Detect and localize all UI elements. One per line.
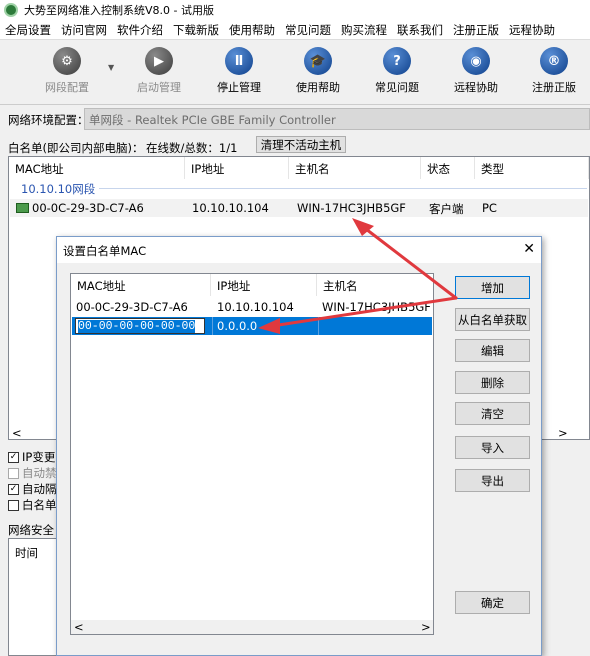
env-select[interactable]: 单网段 - Realtek PCIe GBE Family Controller	[84, 108, 590, 130]
dialog-column-host[interactable]: 主机名	[317, 274, 433, 296]
new-ip-value[interactable]: 0.0.0.0	[217, 319, 257, 333]
gear-icon: ⚙	[53, 47, 81, 75]
clear-inactive-button[interactable]: 清理不活动主机	[256, 136, 346, 153]
row-type: PC	[482, 201, 497, 215]
column-status[interactable]: 状态	[421, 157, 475, 179]
remote-assist-button[interactable]: ◉ 远程协助	[439, 47, 513, 95]
group-header[interactable]: 10.10.10网段	[21, 181, 95, 197]
row-status: 客户端	[429, 202, 464, 216]
play-icon: ▶	[145, 47, 173, 75]
add-button[interactable]: 增加	[455, 276, 530, 299]
checkbox-checked-icon: ✓	[8, 451, 19, 463]
column-divider	[318, 317, 319, 335]
menu-bar: 全局设置 访问官网 软件介绍 下载新版 使用帮助 常见问题 购买流程 联系我们 …	[0, 20, 590, 40]
registered-icon: ®	[540, 47, 568, 75]
graduation-cap-icon: 🎓	[304, 47, 332, 75]
export-button[interactable]: 导出	[455, 469, 530, 492]
register-button[interactable]: ® 注册正版	[517, 47, 590, 95]
faq-label: 常见问题	[375, 81, 419, 94]
stop-management-button[interactable]: Ⅱ 停止管理	[202, 47, 276, 95]
dialog-row-host[interactable]: WIN-17HC3JHB5GF	[322, 300, 431, 314]
dialog-row-ip[interactable]: 10.10.10.104	[217, 300, 294, 314]
start-management-label: 启动管理	[137, 81, 181, 94]
menu-official-site[interactable]: 访问官网	[56, 22, 112, 38]
checkbox-checked-icon: ✓	[8, 483, 19, 495]
get-from-whitelist-button[interactable]: 从白名单获取	[455, 308, 530, 331]
scroll-right-icon[interactable]: >	[421, 620, 431, 634]
scroll-right-icon[interactable]: >	[558, 426, 568, 440]
menu-global-settings[interactable]: 全局设置	[0, 22, 56, 38]
chevron-down-icon[interactable]: ▼	[108, 63, 114, 72]
menu-help[interactable]: 使用帮助	[224, 22, 280, 38]
dialog-title-bar: 设置白名单MAC ✕	[57, 237, 541, 263]
whitelist-label: 白名单(即公司内部电脑)：	[8, 141, 144, 155]
menu-download[interactable]: 下载新版	[168, 22, 224, 38]
app-icon	[4, 3, 18, 17]
title-bar: 大势至网络准入控制系统V8.0 - 试用版	[0, 0, 590, 20]
toolbar: ⚙ 网段配置 ▼ ▶ 启动管理 Ⅱ 停止管理 🎓 使用帮助 ? 常见问题 ◉ 远…	[0, 41, 590, 105]
segment-config-label: 网段配置	[45, 81, 89, 94]
help-button[interactable]: 🎓 使用帮助	[281, 47, 355, 95]
remote-assist-label: 远程协助	[454, 81, 498, 94]
question-icon: ?	[383, 47, 411, 75]
mac-edit-text: 00-00-00-00-00-00	[78, 320, 196, 333]
column-type[interactable]: 类型	[475, 157, 589, 179]
dialog-mac-table[interactable]: MAC地址 IP地址 主机名 00-0C-29-3D-C7-A6 10.10.1…	[70, 273, 434, 635]
computer-icon	[16, 203, 29, 213]
delete-button[interactable]: 删除	[455, 371, 530, 394]
register-label: 注册正版	[532, 81, 576, 94]
column-time[interactable]: 时间	[15, 545, 38, 561]
table-row[interactable]: 00-0C-29-3D-C7-A6 10.10.10.104 WIN-17HC3…	[10, 199, 588, 217]
faq-button[interactable]: ? 常见问题	[360, 47, 434, 95]
row-ip: 10.10.10.104	[192, 201, 269, 215]
help-label: 使用帮助	[296, 81, 340, 94]
pause-icon: Ⅱ	[225, 47, 253, 75]
menu-remote-assist[interactable]: 远程协助	[504, 22, 560, 38]
menu-software-intro[interactable]: 软件介绍	[112, 22, 168, 38]
clear-button[interactable]: 清空	[455, 402, 530, 425]
online-count: 在线数/总数：1/1	[146, 141, 238, 155]
whitelist-mac-dialog: 设置白名单MAC ✕ MAC地址 IP地址 主机名 00-0C-29-3D-C7…	[56, 236, 542, 656]
close-icon[interactable]: ✕	[523, 241, 535, 257]
edit-button[interactable]: 编辑	[455, 339, 530, 362]
scroll-left-icon[interactable]: <	[12, 426, 22, 440]
row-host: WIN-17HC3JHB5GF	[297, 201, 406, 215]
start-management-button[interactable]: ▶ 启动管理	[122, 47, 196, 95]
ok-button[interactable]: 确定	[455, 591, 530, 614]
column-host[interactable]: 主机名	[289, 157, 421, 179]
menu-register[interactable]: 注册正版	[448, 22, 504, 38]
menu-purchase[interactable]: 购买流程	[336, 22, 392, 38]
dialog-title: 设置白名单MAC	[63, 244, 147, 258]
menu-faq[interactable]: 常见问题	[280, 22, 336, 38]
globe-icon: ◉	[462, 47, 490, 75]
mac-edit-input[interactable]: 00-00-00-00-00-00	[75, 318, 205, 334]
checkbox-icon	[8, 499, 19, 511]
column-mac[interactable]: MAC地址	[9, 157, 185, 179]
segment-config-button[interactable]: ⚙ 网段配置	[30, 47, 104, 95]
stop-management-label: 停止管理	[217, 81, 261, 94]
dialog-column-ip[interactable]: IP地址	[211, 274, 317, 296]
dialog-row-mac[interactable]: 00-0C-29-3D-C7-A6	[76, 300, 188, 314]
column-divider	[212, 317, 213, 335]
menu-contact[interactable]: 联系我们	[392, 22, 448, 38]
import-button[interactable]: 导入	[455, 436, 530, 459]
column-ip[interactable]: IP地址	[185, 157, 289, 179]
dialog-column-mac[interactable]: MAC地址	[71, 274, 211, 296]
env-label: 网络环境配置：	[8, 113, 89, 127]
dialog-horizontal-scrollbar[interactable]: < >	[71, 620, 433, 634]
scroll-left-icon[interactable]: <	[74, 620, 84, 634]
group-divider	[99, 188, 587, 189]
row-mac: 00-0C-29-3D-C7-A6	[32, 201, 144, 215]
checkbox-icon	[8, 467, 19, 479]
window-title: 大势至网络准入控制系统V8.0 - 试用版	[24, 4, 214, 17]
